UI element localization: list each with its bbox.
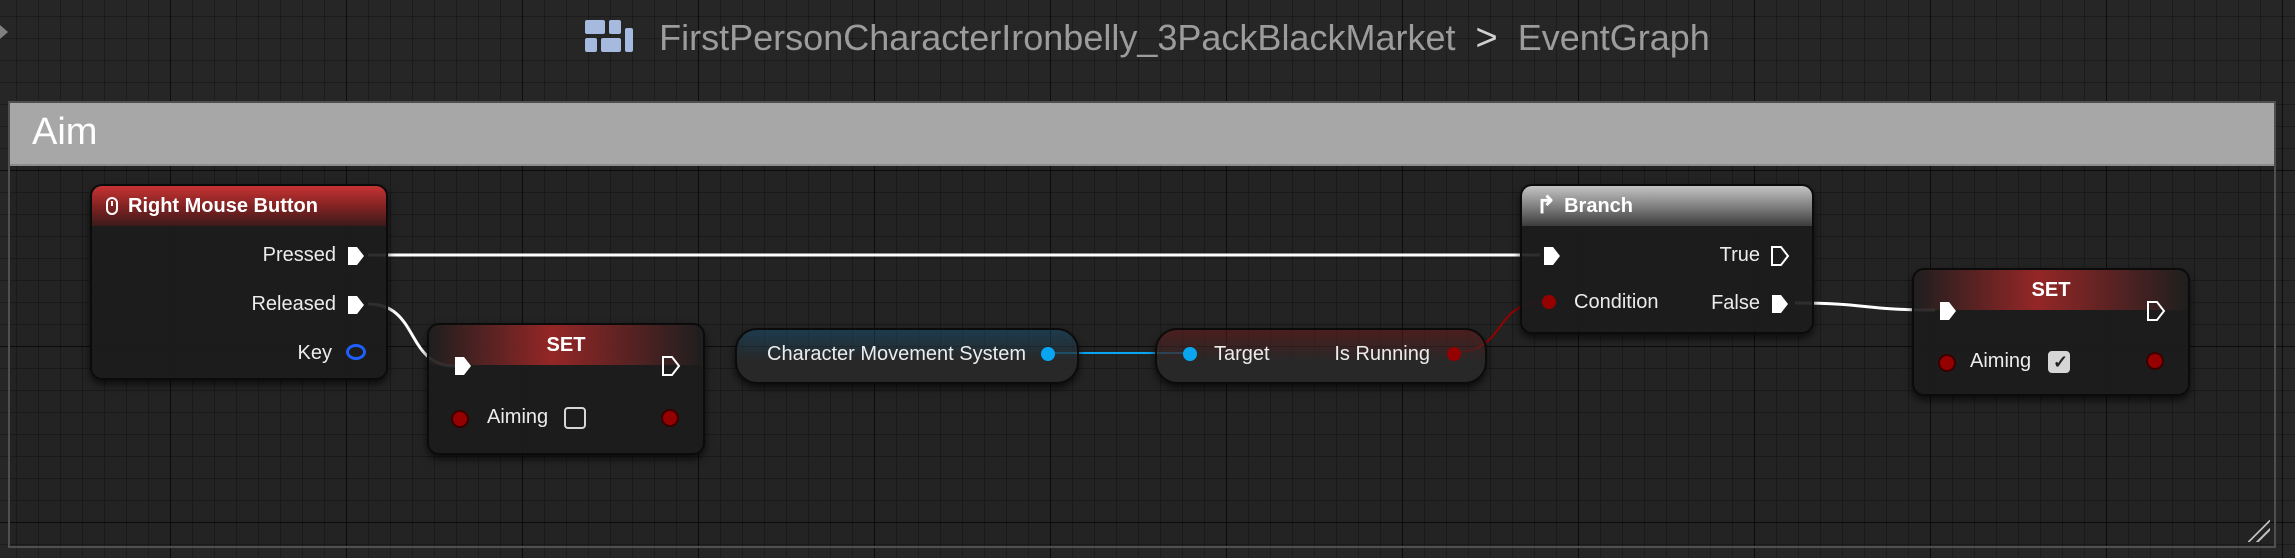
- node-header[interactable]: ↱ Branch: [1522, 186, 1812, 226]
- back-arrow-icon[interactable]: [0, 18, 8, 46]
- breadcrumb-graph[interactable]: EventGraph: [1518, 17, 1710, 59]
- set-aiming-false-node[interactable]: SET Aiming: [427, 323, 705, 455]
- exec-pin-icon[interactable]: [1542, 245, 1562, 267]
- aiming-label: Aiming: [1970, 350, 2032, 372]
- comment-title: Aim: [32, 111, 98, 153]
- breadcrumb-separator: >: [1475, 16, 1498, 59]
- node-title: Right Mouse Button: [128, 194, 318, 217]
- breadcrumb-blueprint[interactable]: FirstPersonCharacterIronbelly_3PackBlack…: [659, 17, 1455, 59]
- exec-pin-icon[interactable]: [1938, 300, 1958, 322]
- bool-pin-icon[interactable]: [451, 410, 469, 428]
- target-pin-icon[interactable]: [1183, 347, 1197, 361]
- bool-out-pin-icon[interactable]: [1447, 347, 1461, 361]
- aiming-checkbox[interactable]: [564, 407, 586, 429]
- released-label: Released: [251, 293, 336, 315]
- checkbox-icon: ✓: [2053, 352, 2069, 372]
- node-title: SET: [546, 333, 586, 356]
- is-running-label: Is Running: [1334, 343, 1430, 365]
- target-label: Target: [1214, 343, 1270, 365]
- exec-false-pin-icon[interactable]: [1770, 293, 1790, 315]
- condition-pin-icon[interactable]: [1542, 295, 1556, 309]
- exec-pin-icon[interactable]: [346, 294, 366, 316]
- blueprint-icon: [585, 20, 634, 56]
- resize-handle-icon[interactable]: [2248, 520, 2270, 542]
- node-header[interactable]: Right Mouse Button: [92, 186, 386, 226]
- bool-out-pin-icon[interactable]: [661, 409, 679, 427]
- node-title: Character Movement System: [767, 343, 1026, 365]
- true-label: True: [1719, 244, 1760, 266]
- character-movement-system-node[interactable]: Character Movement System: [735, 328, 1079, 384]
- condition-label: Condition: [1574, 291, 1659, 313]
- is-running-node[interactable]: Target Is Running: [1155, 328, 1487, 384]
- exec-out-pin-icon[interactable]: [2146, 300, 2166, 322]
- node-title: SET: [2031, 278, 2071, 301]
- exec-out-pin-icon[interactable]: [661, 355, 681, 377]
- right-mouse-button-node[interactable]: Right Mouse Button Pressed Released Key: [90, 184, 388, 380]
- set-aiming-true-node[interactable]: SET Aiming ✓: [1912, 268, 2190, 396]
- branch-node[interactable]: ↱ Branch True Condition False: [1520, 184, 1814, 334]
- exec-true-pin-icon[interactable]: [1770, 245, 1790, 267]
- object-pin-icon[interactable]: [1041, 347, 1055, 361]
- breadcrumb: FirstPersonCharacterIronbelly_3PackBlack…: [0, 0, 2295, 76]
- key-pin-icon[interactable]: [346, 344, 366, 360]
- exec-pin-icon[interactable]: [346, 245, 366, 267]
- key-label: Key: [297, 342, 332, 364]
- bool-pin-icon[interactable]: [1938, 354, 1956, 372]
- aiming-label: Aiming: [487, 406, 549, 428]
- bool-out-pin-icon[interactable]: [2146, 352, 2164, 370]
- pressed-label: Pressed: [262, 244, 336, 266]
- aiming-checkbox[interactable]: ✓: [2048, 351, 2070, 373]
- false-label: False: [1711, 292, 1760, 314]
- node-title: Branch: [1564, 194, 1634, 217]
- mouse-icon: [106, 197, 118, 215]
- exec-pin-icon[interactable]: [453, 355, 473, 377]
- comment-header[interactable]: Aim: [10, 103, 2274, 166]
- branch-icon: ↱: [1536, 192, 1557, 219]
